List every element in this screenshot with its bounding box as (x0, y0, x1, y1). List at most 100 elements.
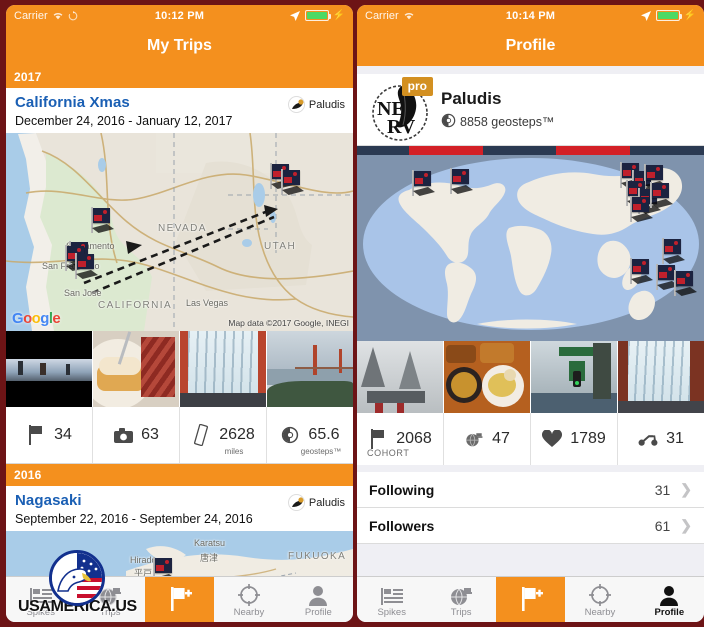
tab-label: Spikes (377, 606, 406, 618)
nerv-logo-icon[interactable]: pro NE RV (369, 76, 433, 141)
spikes-list-icon (380, 582, 404, 606)
tab-trips[interactable]: Trips (426, 577, 495, 622)
photo-bridge-cables[interactable] (180, 331, 267, 407)
stat-trips: 47 (444, 413, 531, 465)
compass-icon (588, 582, 611, 606)
photo-pancakes-bacon[interactable] (93, 331, 180, 407)
profile-world-map[interactable] (357, 146, 704, 341)
person-icon (659, 582, 679, 606)
status-bar-left: Carrier 10:12 PM ⚡ (6, 5, 353, 26)
trip-owner[interactable]: Paludis (287, 494, 345, 511)
flag-pin-icon[interactable] (280, 169, 306, 199)
flag-pin-icon[interactable] (74, 253, 100, 283)
user-avatar-icon (287, 96, 305, 113)
tab-spikes[interactable]: Spikes (357, 577, 426, 622)
flag-pin-icon[interactable] (90, 207, 116, 237)
photo-snow-shrine[interactable] (357, 341, 444, 413)
profile-info: Paludis 8858 geosteps™ (441, 89, 555, 131)
map-attribution: Map data ©2017 Google, INEGI (228, 318, 349, 328)
row-following[interactable]: Following 31 ❯ (357, 472, 704, 508)
map-label-nevada: NEVADA (158, 223, 207, 234)
trips-scroll-list[interactable]: 2017 California Xmas December 24, 2016 -… (6, 66, 353, 576)
map-label-karatsu: Karatsu (194, 538, 226, 548)
profile-geosteps: 8858 geosteps™ (441, 113, 555, 131)
flag-pin-icon[interactable] (629, 258, 655, 288)
stat-flags: 34 (6, 407, 93, 463)
map-label-california: CALIFORNIA (98, 300, 173, 311)
profile-name: Paludis (441, 88, 502, 108)
heart-icon (542, 428, 563, 450)
add-flag-icon (516, 584, 546, 614)
scooter-icon (638, 428, 658, 450)
stat-value: 1789 (570, 430, 606, 447)
stat-photos: 63 (93, 407, 180, 463)
tab-add-flag[interactable] (495, 577, 566, 622)
tab-profile[interactable]: Profile (635, 577, 704, 622)
tab-nearby[interactable]: Nearby (565, 577, 634, 622)
tab-add-flag[interactable] (144, 577, 215, 622)
nav-bar-left: My Trips (6, 26, 353, 66)
google-logo: Google (12, 310, 61, 327)
trip-owner[interactable]: Paludis (287, 96, 345, 113)
chevron-right-icon: ❯ (680, 517, 692, 533)
row-count: 61 (654, 517, 671, 534)
photo-bridge-cables[interactable] (618, 341, 704, 413)
row-count: 31 (654, 481, 671, 498)
watermark: USAMERICA.US (18, 550, 137, 616)
stat-unit: geosteps™ (300, 447, 342, 456)
photo-street-signs[interactable] (531, 341, 618, 413)
year-header-2017: 2017 (6, 66, 353, 88)
profile-stats-row: 2068 COHORT 47 1789 31 (357, 413, 704, 465)
stat-value: 47 (492, 430, 510, 447)
phone-my-trips: Carrier 10:12 PM ⚡ My Trips 2017 Califor… (6, 5, 353, 622)
stat-geosteps: 65.6 geosteps™ (267, 407, 353, 463)
tab-profile[interactable]: Profile (284, 577, 353, 622)
stat-cohort: 2068 COHORT (357, 413, 444, 465)
photo-night-scene[interactable] (6, 331, 93, 407)
status-right: ⚡ (289, 10, 345, 22)
tab-label: Profile (304, 606, 332, 618)
profile-header[interactable]: pro NE RV Paludis 8858 geosteps™ (357, 74, 704, 146)
trip-card-california[interactable]: California Xmas December 24, 2016 - Janu… (6, 88, 353, 464)
flag-pin-icon[interactable] (629, 196, 655, 226)
compass-icon (237, 582, 260, 606)
trip-owner-name: Paludis (308, 98, 345, 111)
flag-pin-icon[interactable] (673, 270, 699, 300)
year-header-2016: 2016 (6, 464, 353, 486)
user-avatar-icon (287, 494, 305, 511)
profile-photo-strip[interactable] (357, 341, 704, 413)
trip-map-california[interactable]: NEVADA UTAH CALIFORNIA Sacramento San Fr… (6, 133, 353, 331)
stat-value: 2068 (396, 430, 432, 447)
tab-label: Profile (654, 606, 685, 618)
tab-label: Nearby (233, 606, 265, 618)
charging-bolt-icon: ⚡ (332, 10, 345, 21)
photo-golden-gate[interactable] (267, 331, 353, 407)
photo-ramen-bowls[interactable] (444, 341, 531, 413)
flag-pin-icon[interactable] (411, 170, 437, 200)
flag-pin-icon[interactable] (449, 168, 475, 198)
flag-icon (368, 428, 388, 450)
geosteps-icon (441, 113, 456, 131)
row-followers[interactable]: Followers 61 ❯ (357, 508, 704, 544)
camera-icon (113, 424, 133, 446)
row-label: Following (369, 481, 435, 498)
stat-unit: miles (224, 447, 244, 456)
screenshot-frame: Carrier 10:12 PM ⚡ My Trips 2017 Califor… (0, 0, 704, 627)
map-label-utah: UTAH (264, 241, 297, 252)
globe-hat-icon (448, 582, 474, 606)
stat-likes: 1789 (531, 413, 618, 465)
trip-photo-strip[interactable] (6, 331, 353, 407)
map-label-las-vegas: Las Vegas (186, 298, 229, 308)
battery-icon (304, 10, 331, 21)
stat-scooter: 31 (618, 413, 704, 465)
stat-value: 65.6 (308, 426, 340, 443)
map-label-san-jose: San Jose (64, 288, 102, 298)
tab-bar-right[interactable]: Spikes Trips Nearby Profile (357, 576, 704, 622)
nav-bar-right: Profile (357, 26, 704, 66)
stat-value: 31 (666, 430, 684, 447)
trip-header: Nagasaki September 22, 2016 - September … (6, 486, 353, 531)
tab-nearby[interactable]: Nearby (214, 577, 283, 622)
battery-icon (655, 10, 682, 21)
flag-pin-icon[interactable] (152, 557, 178, 576)
status-right: ⚡ (640, 10, 696, 22)
